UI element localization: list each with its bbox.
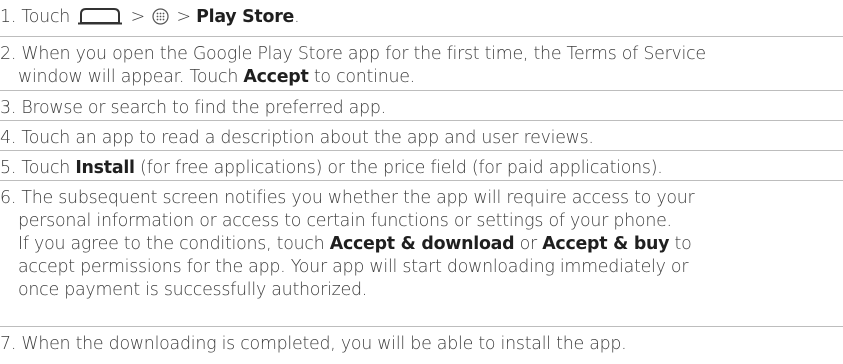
step-2: 2. When you open the Google Play Store a… — [0, 36, 843, 89]
separator: > — [176, 7, 192, 27]
step-text: Touch — [21, 7, 71, 27]
separator: > — [130, 7, 146, 27]
accept-buy-label: Accept & buy — [542, 234, 670, 254]
step-text-line-5: once payment is successfully authorized. — [18, 280, 368, 300]
step-text-tail: to continue. — [313, 67, 415, 87]
apps-grid-icon — [152, 8, 169, 25]
step-number: 6. — [0, 188, 17, 208]
step-text: Browse or search to find the preferred a… — [21, 98, 386, 118]
step-number: 4. — [0, 128, 17, 148]
step-text-line-2: window will appear. Touch — [18, 67, 239, 87]
step-text-line-2: personal information or access to certai… — [18, 211, 672, 231]
step-text-line-1: When you open the Google Play Store app … — [21, 44, 706, 64]
step-text: Touch — [21, 158, 71, 178]
step-text-line-4: accept permissions for the app. Your app… — [18, 257, 689, 277]
step-6: 6. The subsequent screen notifies you wh… — [0, 180, 843, 302]
step-number: 1. — [0, 7, 17, 27]
step-4: 4. Touch an app to read a description ab… — [0, 120, 843, 150]
step-number: 7. — [0, 334, 17, 354]
step-5: 5. Touch Install (for free applications)… — [0, 150, 843, 180]
home-key-icon — [78, 8, 123, 25]
step-number: 2. — [0, 44, 17, 64]
step-text-line-1: The subsequent screen notifies you wheth… — [21, 188, 695, 208]
step-number: 5. — [0, 158, 17, 178]
play-store-label: Play Store — [196, 7, 295, 27]
install-label: Install — [75, 158, 135, 178]
step-number: 3. — [0, 98, 17, 118]
instructions-document: 1. Touch > > Play Store. 2. When you ope… — [0, 0, 843, 364]
step-text: When the downloading is completed, you w… — [21, 334, 627, 354]
step-3: 3. Browse or search to find the preferre… — [0, 90, 843, 120]
accept-download-label: Accept & download — [329, 234, 515, 254]
to-word: to — [674, 234, 692, 254]
step-7: 7. When the downloading is completed, yo… — [0, 326, 843, 356]
step-text-tail: (for free applications) or the price fie… — [140, 158, 663, 178]
accept-label: Accept — [243, 67, 309, 87]
period: . — [294, 7, 300, 27]
step-1: 1. Touch > > Play Store. — [0, 6, 843, 29]
step-text-line-3: If you agree to the conditions, touch — [18, 234, 325, 254]
or-word: or — [519, 234, 538, 254]
step-text: Touch an app to read a description about… — [21, 128, 594, 148]
